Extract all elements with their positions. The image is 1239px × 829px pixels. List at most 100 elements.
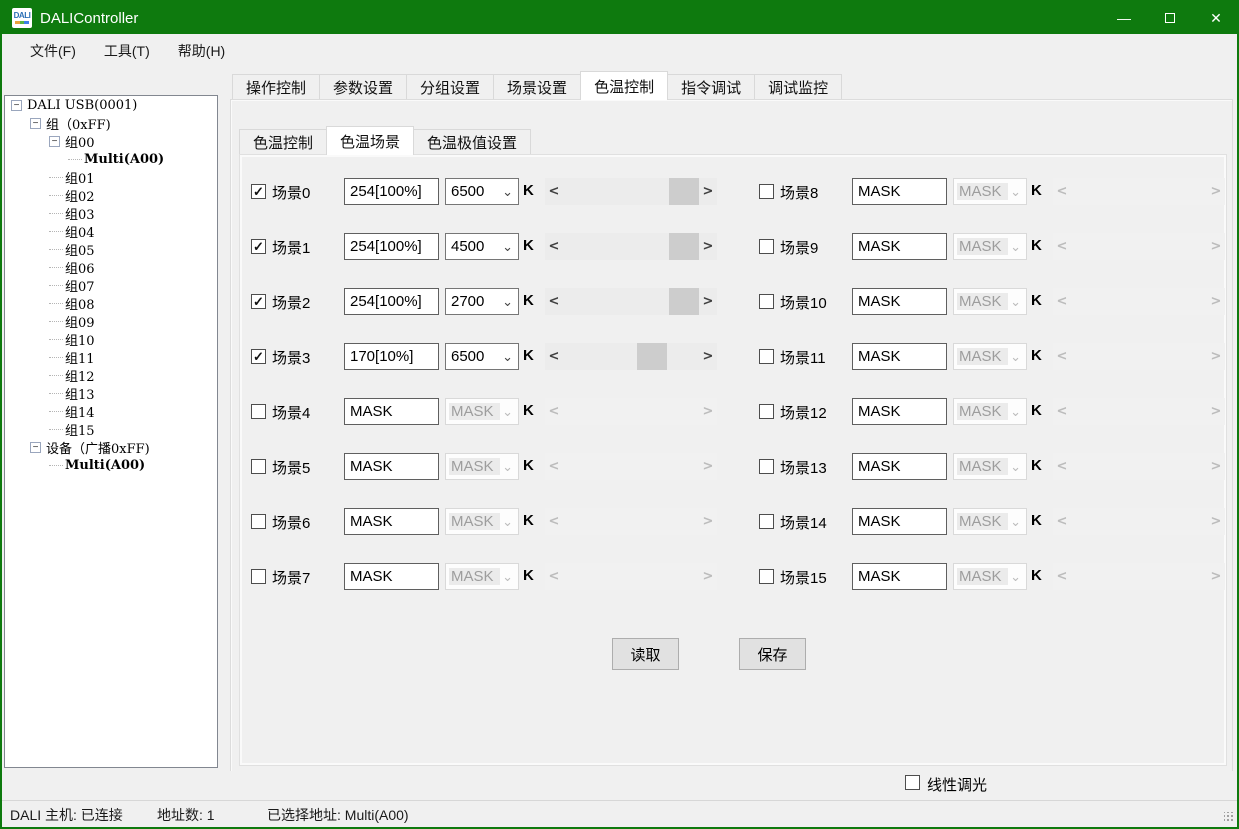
- tree-node[interactable]: 组11: [5, 348, 217, 366]
- scene-value-input[interactable]: [852, 398, 947, 425]
- tree-node[interactable]: 组03: [5, 204, 217, 222]
- tree-node[interactable]: 组01: [5, 168, 217, 186]
- tree-node[interactable]: 组08: [5, 294, 217, 312]
- scene-value-input[interactable]: [852, 508, 947, 535]
- scene-value-input[interactable]: [852, 288, 947, 315]
- scroll-thumb[interactable]: [669, 233, 699, 260]
- tree-collapse-icon[interactable]: −: [30, 442, 41, 453]
- scene-value-input[interactable]: [852, 563, 947, 590]
- menu-file[interactable]: 文件(F): [16, 34, 90, 67]
- scene-cct-select[interactable]: 4500 ⌄: [445, 233, 519, 260]
- tree-node[interactable]: 组04: [5, 222, 217, 240]
- scene-value-input[interactable]: [344, 398, 439, 425]
- scene-value-input[interactable]: [852, 178, 947, 205]
- scene-checkbox[interactable]: ✓: [251, 404, 266, 419]
- main-tab-6[interactable]: 调试监控: [754, 74, 842, 100]
- close-button[interactable]: ✕: [1193, 0, 1239, 36]
- tree-node[interactable]: 组09: [5, 312, 217, 330]
- scroll-right-icon[interactable]: >: [699, 178, 717, 205]
- scene-checkbox[interactable]: ✓: [759, 349, 774, 364]
- tree-node[interactable]: 组13: [5, 384, 217, 402]
- tree-collapse-icon[interactable]: −: [30, 118, 41, 129]
- scroll-thumb[interactable]: [669, 288, 699, 315]
- maximize-button[interactable]: [1147, 0, 1193, 36]
- scene-cct-select[interactable]: 6500 ⌄: [445, 343, 519, 370]
- read-button[interactable]: 读取: [612, 638, 679, 670]
- scene-value-input[interactable]: [852, 343, 947, 370]
- scene-checkbox[interactable]: ✓: [251, 184, 266, 199]
- scene-cct-select[interactable]: 2700 ⌄: [445, 288, 519, 315]
- save-button[interactable]: 保存: [739, 638, 806, 670]
- scene-checkbox[interactable]: ✓: [759, 239, 774, 254]
- scene-label: 场景9: [780, 237, 818, 258]
- scroll-right-icon[interactable]: >: [699, 233, 717, 260]
- main-tab-3[interactable]: 场景设置: [493, 74, 581, 100]
- main-tab-1[interactable]: 参数设置: [319, 74, 407, 100]
- scene-cct-value: MASK: [957, 458, 1008, 475]
- scroll-left-icon[interactable]: <: [545, 178, 563, 205]
- scene-value-input[interactable]: [344, 508, 439, 535]
- tree-node[interactable]: − 设备（广播0xFF): [5, 438, 217, 456]
- scene-checkbox[interactable]: ✓: [759, 514, 774, 529]
- tree-node[interactable]: − 组（0xFF): [5, 114, 217, 132]
- scene-value-input[interactable]: [344, 453, 439, 480]
- scene-value-input[interactable]: [344, 343, 439, 370]
- tree-node[interactable]: − 组00: [5, 132, 217, 150]
- scene-checkbox[interactable]: ✓: [251, 459, 266, 474]
- tree-node[interactable]: 组15: [5, 420, 217, 438]
- scene-checkbox[interactable]: ✓: [251, 569, 266, 584]
- scene-value-input[interactable]: [344, 563, 439, 590]
- scroll-left-icon[interactable]: <: [545, 233, 563, 260]
- scene-checkbox[interactable]: ✓: [759, 404, 774, 419]
- scene-checkbox[interactable]: ✓: [251, 239, 266, 254]
- scene-checkbox[interactable]: ✓: [759, 459, 774, 474]
- linear-dimming-checkbox[interactable]: [905, 775, 920, 790]
- scene-checkbox[interactable]: ✓: [251, 349, 266, 364]
- scroll-thumb[interactable]: [669, 178, 699, 205]
- menu-tools[interactable]: 工具(T): [90, 34, 164, 67]
- resize-grip-icon[interactable]: [1224, 812, 1234, 822]
- tree-collapse-icon[interactable]: −: [11, 100, 22, 111]
- menu-help[interactable]: 帮助(H): [164, 34, 239, 67]
- tree-node[interactable]: 组07: [5, 276, 217, 294]
- scene-checkbox[interactable]: ✓: [759, 184, 774, 199]
- tree-node[interactable]: 组14: [5, 402, 217, 420]
- scene-value-input[interactable]: [344, 233, 439, 260]
- tree-node[interactable]: − DALI USB(0001): [5, 96, 217, 114]
- scene-checkbox[interactable]: ✓: [759, 294, 774, 309]
- scene-value-input[interactable]: [852, 233, 947, 260]
- tree-node[interactable]: Multi(A00): [5, 456, 217, 474]
- minimize-button[interactable]: —: [1101, 0, 1147, 36]
- sub-tab-1[interactable]: 色温场景: [326, 126, 414, 155]
- main-tab-2[interactable]: 分组设置: [406, 74, 494, 100]
- scene-scrollbar[interactable]: < >: [545, 343, 717, 370]
- tree-node[interactable]: 组10: [5, 330, 217, 348]
- scene-checkbox[interactable]: ✓: [759, 569, 774, 584]
- main-tab-0[interactable]: 操作控制: [232, 74, 320, 100]
- scene-cct-select[interactable]: 6500 ⌄: [445, 178, 519, 205]
- scene-value-input[interactable]: [344, 288, 439, 315]
- scene-value-input[interactable]: [852, 453, 947, 480]
- tree-node[interactable]: Multi(A00): [5, 150, 217, 168]
- scene-scrollbar[interactable]: < >: [545, 288, 717, 315]
- main-tab-4[interactable]: 色温控制: [580, 71, 668, 100]
- sub-tab-2[interactable]: 色温极值设置: [413, 129, 531, 155]
- scroll-right-icon[interactable]: >: [699, 288, 717, 315]
- scroll-left-icon[interactable]: <: [545, 343, 563, 370]
- unit-label: K: [1031, 402, 1042, 419]
- scene-value-input[interactable]: [344, 178, 439, 205]
- scene-scrollbar[interactable]: < >: [545, 178, 717, 205]
- scene-checkbox[interactable]: ✓: [251, 294, 266, 309]
- scroll-thumb[interactable]: [637, 343, 667, 370]
- main-tab-5[interactable]: 指令调试: [667, 74, 755, 100]
- scroll-left-icon[interactable]: <: [545, 288, 563, 315]
- tree-node[interactable]: 组06: [5, 258, 217, 276]
- sub-tab-0[interactable]: 色温控制: [239, 129, 327, 155]
- scene-scrollbar[interactable]: < >: [545, 233, 717, 260]
- scroll-right-icon[interactable]: >: [699, 343, 717, 370]
- tree-node[interactable]: 组12: [5, 366, 217, 384]
- tree-node[interactable]: 组02: [5, 186, 217, 204]
- scene-checkbox[interactable]: ✓: [251, 514, 266, 529]
- tree-collapse-icon[interactable]: −: [49, 136, 60, 147]
- tree-node[interactable]: 组05: [5, 240, 217, 258]
